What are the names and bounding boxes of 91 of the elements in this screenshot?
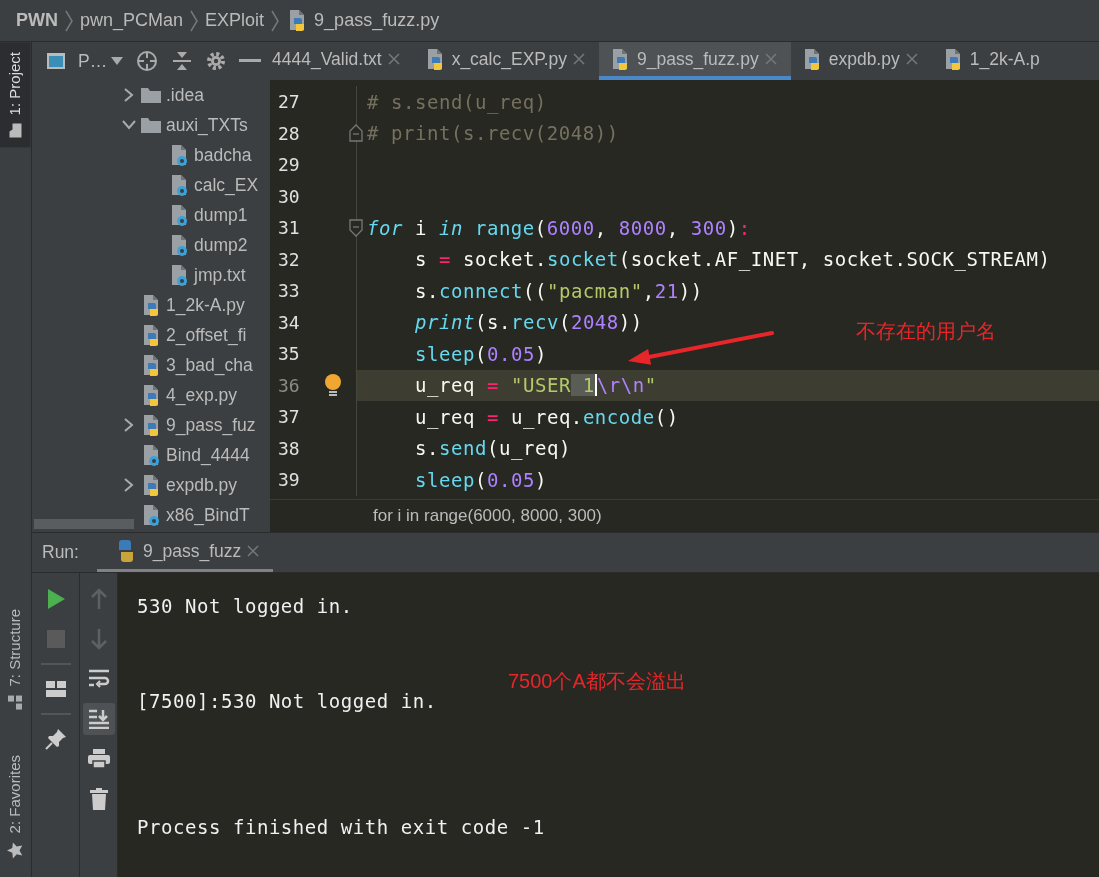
tree-item[interactable]: 4_exp.py xyxy=(166,381,238,409)
line-number: 31 xyxy=(277,216,301,241)
console-line: 530 Not logged in. xyxy=(137,594,354,619)
tool-window-tab[interactable]: 1: Project xyxy=(0,42,31,148)
tree-item[interactable]: 9_pass_fuz xyxy=(166,411,256,439)
code-line: sleep(0.05) xyxy=(414,341,547,367)
layout-icon[interactable] xyxy=(45,681,66,697)
code-line: # s.send(u_req) xyxy=(366,89,547,116)
chevron-icon xyxy=(189,9,200,32)
scroll-to-end-icon[interactable] xyxy=(87,709,110,729)
tree-item[interactable]: 2_offset_fi xyxy=(166,321,247,349)
editor-tab[interactable]: x_calc_EXP.py xyxy=(413,42,600,80)
close-icon[interactable] xyxy=(905,53,918,65)
line-number: 29 xyxy=(277,153,301,178)
lightbulb-icon[interactable] xyxy=(323,373,343,398)
code-line: for i in range(6000, 8000, 300): xyxy=(366,215,751,241)
chevron-right-icon[interactable] xyxy=(124,478,134,492)
folder-icon xyxy=(140,86,162,104)
line-number: 37 xyxy=(277,405,301,430)
star-icon xyxy=(6,841,25,859)
code-line: sleep(0.05) xyxy=(414,467,547,493)
breadcrumb-item[interactable]: pwn_PCMan xyxy=(80,7,184,34)
code-line: print(s.recv(2048)) xyxy=(414,310,643,335)
structure-icon xyxy=(7,694,24,711)
line-number: 28 xyxy=(277,121,301,146)
annotation-text: 7500个A都不会溢出 xyxy=(508,669,686,694)
code-line: u_req = u_req.encode() xyxy=(414,404,679,431)
fold-icon[interactable] xyxy=(349,124,363,143)
locate-icon[interactable] xyxy=(135,49,160,73)
code-line: s = socket.socket(socket.AF_INET, socket.SOCK_STREAM) xyxy=(414,247,1051,273)
collapse-all-icon[interactable] xyxy=(171,50,194,72)
line-number: 32 xyxy=(277,247,301,272)
line-number: 30 xyxy=(277,184,301,209)
breadcrumb-item[interactable]: 9_pass_fuzz.py xyxy=(314,7,440,34)
editor-tab[interactable]: expdb.py xyxy=(790,42,932,80)
caret-icon xyxy=(111,57,124,65)
tree-item[interactable]: Bind_4444 xyxy=(166,441,250,469)
scrollbar[interactable] xyxy=(34,519,134,529)
tree-item[interactable]: 1_2k-A.py xyxy=(166,291,245,319)
line-number: 33 xyxy=(277,279,301,304)
fold-icon[interactable] xyxy=(349,218,363,237)
chevron-icon xyxy=(270,9,281,32)
window-icon xyxy=(46,52,66,70)
folder-icon xyxy=(140,116,162,134)
tree-item[interactable]: dump2 xyxy=(194,231,248,259)
line-number: 39 xyxy=(277,468,301,493)
close-icon[interactable] xyxy=(573,53,586,65)
editor-tab[interactable]: 4444_Valid.txt xyxy=(270,42,414,80)
close-icon[interactable] xyxy=(387,53,400,65)
tree-item[interactable]: auxi_TXTs xyxy=(166,111,248,139)
pin-icon[interactable] xyxy=(44,728,67,750)
tree-item[interactable]: 3_bad_cha xyxy=(166,351,253,379)
tree-item[interactable]: badcha xyxy=(194,141,252,169)
line-number: 27 xyxy=(277,90,301,115)
print-icon[interactable] xyxy=(87,749,110,769)
folder-icon xyxy=(8,122,23,139)
code-line: u_req = "USER 1\r\n" xyxy=(414,373,657,399)
code-line: # print(s.recv(2048)) xyxy=(366,121,619,146)
line-number: 35 xyxy=(277,342,301,367)
tool-window-tab[interactable]: 2: Favorites xyxy=(0,744,31,869)
tree-item[interactable]: expdb.py xyxy=(166,471,238,499)
tool-window-tab[interactable]: 7: Structure xyxy=(0,599,31,721)
breadcrumb-item[interactable]: PWN xyxy=(16,7,58,34)
code-line: s.connect(("pacman",21)) xyxy=(414,278,703,304)
annotation-text: 不存在的用户名 xyxy=(856,319,996,344)
breadcrumb-item[interactable]: EXPloit xyxy=(205,7,265,34)
tree-item[interactable]: jmp.txt xyxy=(194,261,246,289)
tree-item[interactable]: .idea xyxy=(166,81,204,109)
tree-item[interactable]: dump1 xyxy=(194,201,248,229)
line-number: 36 xyxy=(277,373,301,398)
settings-icon[interactable] xyxy=(205,50,228,72)
chevron-right-icon[interactable] xyxy=(124,418,134,432)
tree-item[interactable]: x86_BindT xyxy=(166,501,250,529)
close-icon[interactable] xyxy=(247,545,260,557)
console-line: [7500]:530 Not logged in. xyxy=(137,689,438,714)
line-number: 38 xyxy=(277,436,301,461)
chevron-down-icon[interactable] xyxy=(122,120,136,130)
tree-item[interactable]: calc_EX xyxy=(194,171,259,199)
soft-wrap-icon[interactable] xyxy=(87,669,110,689)
editor-tab[interactable]: 9_pass_fuzz.py xyxy=(599,42,791,80)
chevron-right-icon[interactable] xyxy=(124,88,134,102)
code-line: s.send(u_req) xyxy=(414,436,571,462)
editor-tab[interactable]: 1_2k-A.p xyxy=(931,42,1054,80)
panel-title: Run: xyxy=(42,541,79,565)
run-icon[interactable] xyxy=(45,588,66,610)
console-line: Process finished with exit code -1 xyxy=(137,815,546,840)
view-dropdown[interactable]: P… xyxy=(78,47,124,75)
chevron-icon xyxy=(64,9,74,32)
line-number: 34 xyxy=(277,310,301,335)
minimize-icon[interactable] xyxy=(239,59,262,63)
trash-icon[interactable] xyxy=(89,788,108,810)
